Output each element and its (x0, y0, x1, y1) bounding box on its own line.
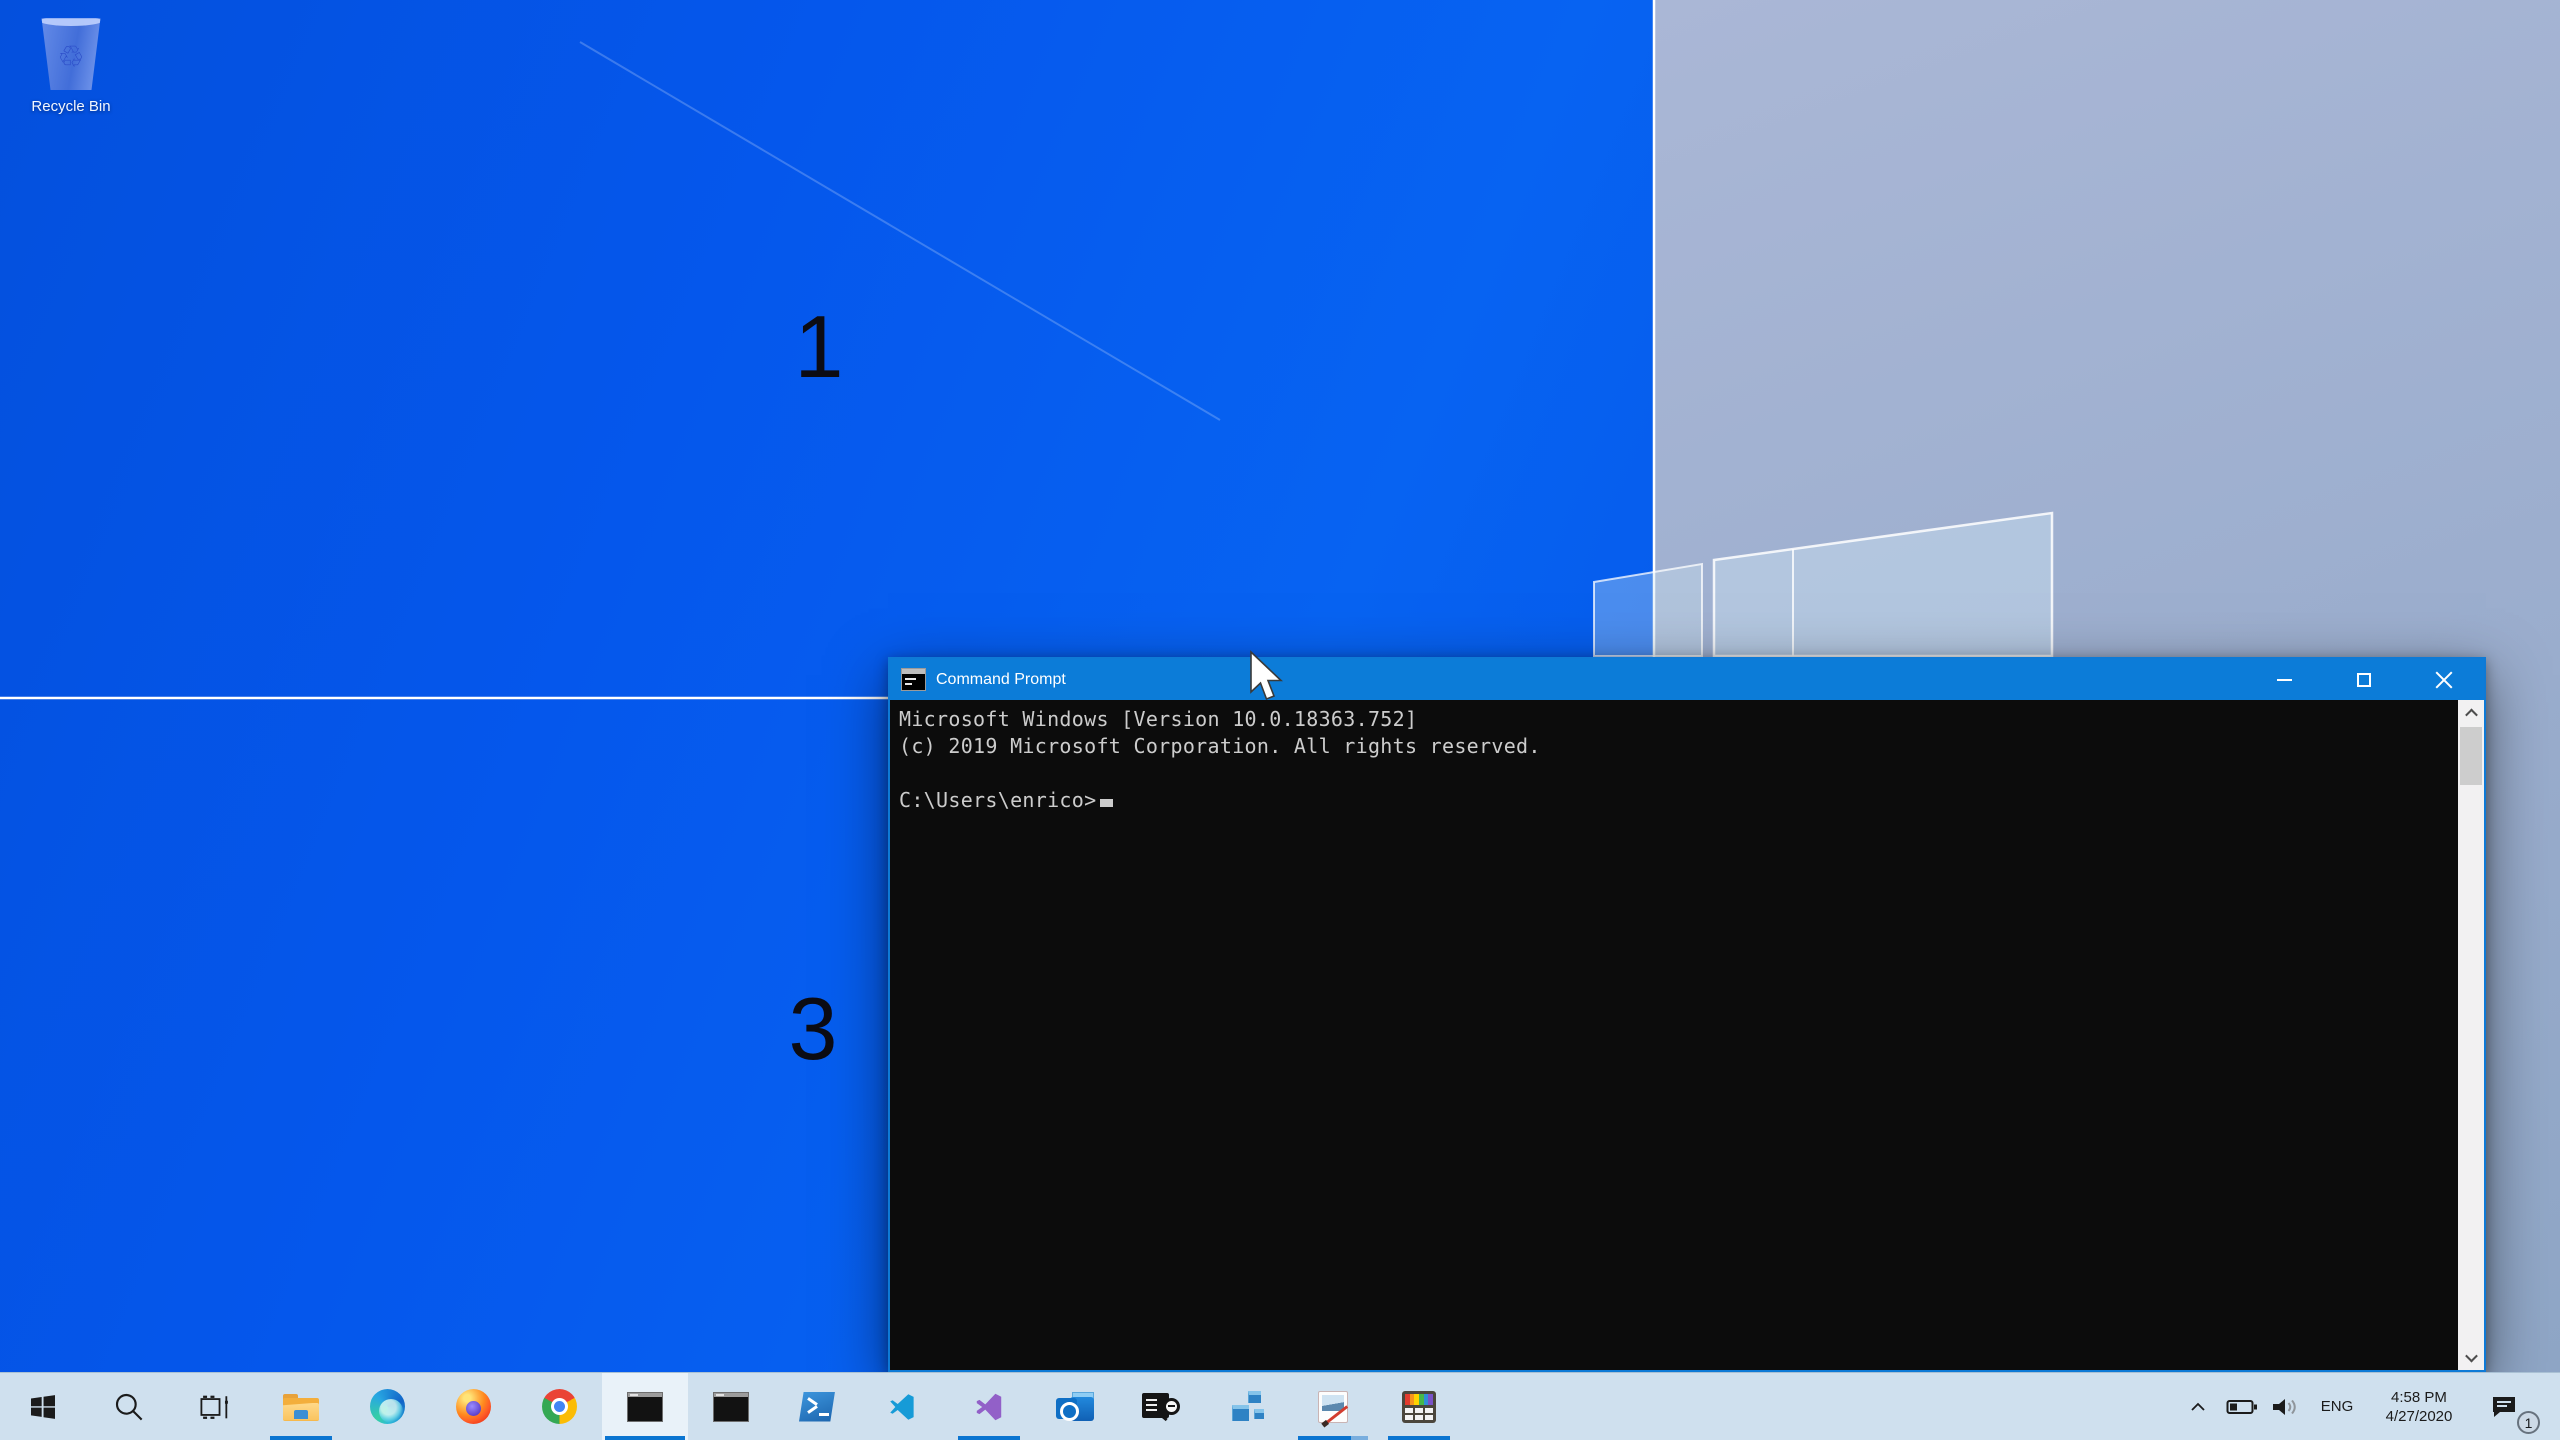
search-button[interactable] (86, 1373, 172, 1440)
close-button[interactable] (2404, 659, 2484, 700)
recycle-bin[interactable]: ♲ Recycle Bin (12, 16, 130, 115)
language-indicator[interactable]: ENG (2308, 1373, 2366, 1440)
taskbar-visual-studio[interactable] (946, 1373, 1032, 1440)
powershell-icon (799, 1391, 835, 1422)
chevron-up-icon (2464, 708, 2478, 721)
battery-icon (2226, 1399, 2257, 1414)
task-view-icon (200, 1395, 228, 1419)
wallpaper-number-3: 3 (788, 979, 838, 1078)
volume-button[interactable] (2264, 1373, 2308, 1440)
maximize-button[interactable] (2324, 659, 2404, 700)
taskbar-powertoys[interactable] (1376, 1373, 1462, 1440)
scroll-up-button[interactable] (2458, 700, 2484, 726)
edge-icon (369, 1389, 405, 1424)
vscode-icon (890, 1393, 914, 1420)
chevron-down-icon (2464, 1349, 2478, 1362)
terminal-caret (1100, 799, 1114, 807)
start-button[interactable] (0, 1373, 86, 1440)
log-viewer-icon (1142, 1391, 1180, 1423)
window-title: Command Prompt (936, 670, 1066, 688)
taskbar-file-explorer[interactable] (258, 1373, 344, 1440)
command-prompt-icon (713, 1391, 749, 1422)
open-window-indicator (1298, 1436, 1368, 1440)
action-center-icon (2493, 1396, 2515, 1417)
maximize-icon (2357, 672, 2371, 687)
recycle-glyph: ♲ (57, 41, 85, 74)
visual-studio-icon (976, 1393, 1002, 1420)
chevron-up-icon (2191, 1402, 2205, 1411)
wallpaper-number-1: 1 (794, 297, 844, 396)
date-label: 4/27/2020 (2385, 1407, 2453, 1425)
minimize-button[interactable] (2244, 659, 2324, 700)
recycle-bin-icon: ♲ (41, 18, 101, 90)
windows-logo-icon (31, 1394, 55, 1419)
chrome-icon (541, 1389, 577, 1424)
minimize-icon (2276, 678, 2292, 681)
taskbar-registry-editor[interactable] (1204, 1373, 1290, 1440)
close-icon (2434, 670, 2454, 690)
taskbar-chrome[interactable] (516, 1373, 602, 1440)
outlook-icon (1056, 1390, 1094, 1424)
scrollbar[interactable] (2458, 700, 2484, 1370)
terminal-output[interactable]: Microsoft Windows [Version 10.0.18363.75… (890, 700, 2484, 1370)
desktop[interactable]: 1 3 ♲ Recycle Bin Command Prompt Microso… (0, 0, 2560, 1440)
taskbar-outlook[interactable] (1032, 1373, 1118, 1440)
speaker-icon (2273, 1398, 2296, 1415)
terminal-prompt[interactable]: C:\Users\enrico> (899, 788, 2454, 815)
powertoys-icon (1402, 1390, 1436, 1423)
taskbar-paint[interactable] (1290, 1373, 1376, 1440)
titlebar[interactable]: Command Prompt (890, 659, 2484, 700)
action-center-button[interactable]: 1 (2472, 1373, 2540, 1440)
command-prompt-icon (627, 1391, 663, 1422)
taskbar-powershell[interactable] (774, 1373, 860, 1440)
file-explorer-icon (282, 1391, 320, 1423)
taskbar: ENG 4:58 PM 4/27/2020 1 (0, 1372, 2560, 1440)
system-tray: ENG 4:58 PM 4/27/2020 1 (2176, 1373, 2560, 1440)
language-label: ENG (2320, 1398, 2354, 1415)
battery-button[interactable] (2220, 1373, 2264, 1440)
firefox-icon (455, 1389, 491, 1424)
mouse-cursor (1250, 650, 1284, 701)
task-view-button[interactable] (172, 1373, 258, 1440)
terminal-line: (c) 2019 Microsoft Corporation. All righ… (899, 734, 1541, 758)
scrollbar-thumb[interactable] (2460, 727, 2482, 785)
taskbar-edge[interactable] (344, 1373, 430, 1440)
command-prompt-window[interactable]: Command Prompt Microsoft Windows [Versio… (888, 657, 2486, 1372)
cmd-window-icon (901, 668, 926, 691)
search-icon (115, 1393, 143, 1420)
taskbar-command-prompt-2[interactable] (688, 1373, 774, 1440)
registry-editor-icon (1229, 1390, 1265, 1424)
tray-overflow-button[interactable] (2176, 1373, 2220, 1440)
time-label: 4:58 PM (2391, 1388, 2447, 1406)
scroll-down-button[interactable] (2458, 1344, 2484, 1370)
notification-badge: 1 (2517, 1411, 2540, 1434)
taskbar-firefox[interactable] (430, 1373, 516, 1440)
taskbar-log-viewer[interactable] (1118, 1373, 1204, 1440)
paint-icon (1318, 1390, 1349, 1424)
taskbar-vscode[interactable] (860, 1373, 946, 1440)
terminal-line: Microsoft Windows [Version 10.0.18363.75… (899, 707, 1418, 731)
clock[interactable]: 4:58 PM 4/27/2020 (2366, 1373, 2472, 1440)
taskbar-command-prompt-active[interactable] (602, 1373, 688, 1440)
recycle-bin-label: Recycle Bin (31, 98, 111, 115)
